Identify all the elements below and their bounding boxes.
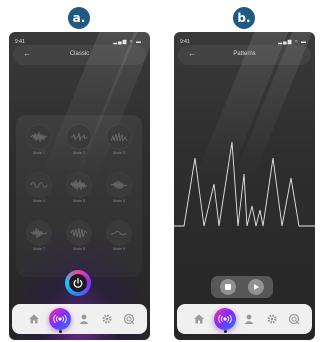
mode-label: Mode 2 xyxy=(73,151,85,155)
page-title: Patterns xyxy=(233,51,256,57)
mode-9-button[interactable]: Mode 9 xyxy=(105,221,133,251)
active-indicator xyxy=(59,330,62,333)
mode-grid: Mode 1 Mode 2 Mode 3 Mode 4 Mode 5 Mode … xyxy=(16,115,142,277)
mode-3-button[interactable]: Mode 3 xyxy=(105,125,133,155)
home-icon xyxy=(29,314,39,324)
pattern-waveform xyxy=(174,141,315,227)
mode-6-button[interactable]: Mode 6 xyxy=(105,173,133,203)
user-icon xyxy=(244,314,254,324)
mode-1-button[interactable]: Mode 1 xyxy=(25,125,53,155)
nav-vibration[interactable] xyxy=(49,308,71,330)
nav-vibration[interactable] xyxy=(214,308,236,330)
bottom-nav xyxy=(12,304,147,334)
settings-icon xyxy=(102,314,112,324)
stop-button[interactable] xyxy=(220,279,236,295)
playback-controls xyxy=(211,276,273,298)
waveform-icon xyxy=(30,227,48,239)
mode-7-button[interactable]: Mode 7 xyxy=(25,221,53,251)
nav-home[interactable] xyxy=(191,311,207,327)
mode-label: Mode 7 xyxy=(33,247,45,251)
waveform-icon xyxy=(70,227,88,239)
mode-2-button[interactable]: Mode 2 xyxy=(65,125,93,155)
vibration-icon xyxy=(53,314,67,324)
waveform-icon xyxy=(71,132,88,142)
waveform-icon xyxy=(110,230,127,236)
bottom-nav xyxy=(177,304,312,334)
nav-home[interactable] xyxy=(26,311,42,327)
play-icon xyxy=(254,284,259,290)
nav-support[interactable] xyxy=(286,311,302,327)
stop-icon xyxy=(225,284,231,290)
power-button[interactable] xyxy=(65,270,91,296)
waveform-icon xyxy=(110,132,128,143)
nav-support[interactable] xyxy=(121,311,137,327)
vibration-icon xyxy=(218,314,232,324)
mode-label: Mode 5 xyxy=(73,199,85,203)
mode-label: Mode 9 xyxy=(113,247,125,251)
phone-screen-classic: 9:41 ▂▄▆ ≈ ▬ ← Classic Mode 1 Mode 2 Mod… xyxy=(9,32,150,340)
mode-label: Mode 4 xyxy=(33,199,45,203)
user-icon xyxy=(79,314,89,324)
phone-screen-patterns: 9:41 ▂▄▆ ≈ ▬ ← Patterns xyxy=(174,32,315,340)
header-bar: ← Classic xyxy=(13,45,146,65)
page-title: Classic xyxy=(69,51,90,57)
home-icon xyxy=(194,314,204,324)
play-button[interactable] xyxy=(248,279,264,295)
panel-label-a: a. xyxy=(68,7,90,29)
waveform-icon xyxy=(70,179,88,191)
mode-label: Mode 3 xyxy=(113,151,125,155)
waveform-icon xyxy=(110,180,128,190)
mode-label: Mode 6 xyxy=(113,199,125,203)
header-bar: ← Patterns xyxy=(178,45,311,65)
nav-user[interactable] xyxy=(76,311,92,327)
mode-label: Mode 1 xyxy=(33,151,45,155)
mode-8-button[interactable]: Mode 8 xyxy=(65,221,93,251)
support-icon xyxy=(123,313,135,325)
settings-icon xyxy=(267,314,277,324)
panel-label-b: b. xyxy=(233,7,255,29)
power-icon xyxy=(73,277,83,288)
nav-settings[interactable] xyxy=(99,311,115,327)
waveform-icon xyxy=(30,182,48,188)
nav-user[interactable] xyxy=(241,311,257,327)
nav-settings[interactable] xyxy=(264,311,280,327)
support-icon xyxy=(288,313,300,325)
mode-4-button[interactable]: Mode 4 xyxy=(25,173,53,203)
mode-label: Mode 8 xyxy=(73,247,85,251)
waveform-icon xyxy=(30,131,48,143)
active-indicator xyxy=(224,330,227,333)
mode-5-button[interactable]: Mode 5 xyxy=(65,173,93,203)
